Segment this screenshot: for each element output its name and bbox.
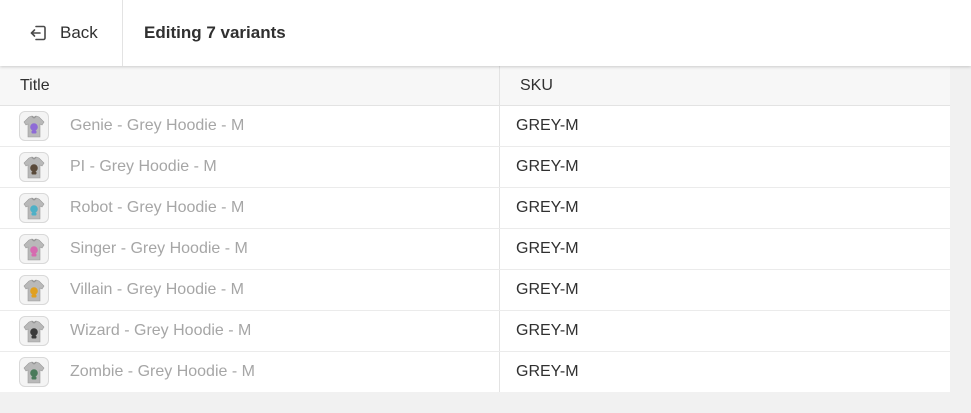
sku-input[interactable] <box>514 316 938 346</box>
top-bar: Back Editing 7 variants <box>0 0 971 66</box>
back-button[interactable]: Back <box>0 0 123 66</box>
hoodie-icon <box>23 279 45 302</box>
variant-title: Wizard - Grey Hoodie - M <box>70 322 252 339</box>
variant-title-cell: Singer - Grey Hoodie - M <box>0 229 500 269</box>
back-arrow-icon <box>30 25 46 41</box>
back-label: Back <box>60 23 98 42</box>
hoodie-icon <box>23 320 45 343</box>
page-title: Editing 7 variants <box>144 23 286 42</box>
hoodie-icon <box>23 238 45 261</box>
variant-title-cell: PI - Grey Hoodie - M <box>0 147 500 187</box>
hoodie-icon <box>23 156 45 179</box>
hoodie-icon <box>23 197 45 220</box>
variant-title-cell: Zombie - Grey Hoodie - M <box>0 352 500 392</box>
sku-input[interactable] <box>514 275 938 305</box>
table-row: PI - Grey Hoodie - M <box>0 147 950 188</box>
sku-cell <box>500 188 950 228</box>
column-header-sku: SKU <box>520 76 553 94</box>
variants-table: Title SKU Genie - Grey Hoodie - M GREY-M… <box>0 66 950 392</box>
table-header: Title SKU <box>0 66 950 106</box>
sku-cell <box>500 147 950 187</box>
variant-thumbnail <box>19 275 49 305</box>
sku-cell <box>500 352 950 392</box>
sku-input[interactable] <box>514 111 938 141</box>
variant-thumbnail <box>19 357 49 387</box>
variant-thumbnail <box>19 111 49 141</box>
variant-thumbnail <box>19 316 49 346</box>
sku-input[interactable] <box>514 193 938 223</box>
table-row: Robot - Grey Hoodie - M <box>0 188 950 229</box>
variant-title: Genie - Grey Hoodie - M <box>70 117 245 134</box>
table-row: Wizard - Grey Hoodie - M <box>0 311 950 352</box>
column-header-title: Title <box>0 66 500 105</box>
variant-thumbnail <box>19 152 49 182</box>
hoodie-icon <box>23 361 45 384</box>
table-row: Zombie - Grey Hoodie - M <box>0 352 950 392</box>
variant-title-cell: Wizard - Grey Hoodie - M <box>0 311 500 351</box>
table-body: Genie - Grey Hoodie - M PI - Grey Hoodie… <box>0 106 950 392</box>
variant-title: PI - Grey Hoodie - M <box>70 158 217 175</box>
variant-thumbnail <box>19 234 49 264</box>
variant-title-cell: Robot - Grey Hoodie - M <box>0 188 500 228</box>
variant-title: Zombie - Grey Hoodie - M <box>70 363 255 380</box>
sku-cell <box>500 270 950 310</box>
sku-input[interactable] <box>514 357 938 387</box>
variant-thumbnail <box>19 193 49 223</box>
table-row: Villain - Grey Hoodie - M <box>0 270 950 311</box>
sku-cell <box>500 106 950 146</box>
hoodie-icon <box>23 115 45 138</box>
table-row: Genie - Grey Hoodie - M <box>0 106 950 147</box>
variant-title: Robot - Grey Hoodie - M <box>70 199 245 216</box>
sku-input[interactable] <box>514 152 938 182</box>
variant-title-cell: Genie - Grey Hoodie - M <box>0 106 500 146</box>
sku-cell <box>500 311 950 351</box>
variant-title: Singer - Grey Hoodie - M <box>70 240 248 257</box>
sku-cell <box>500 229 950 269</box>
variant-title: Villain - Grey Hoodie - M <box>70 281 244 298</box>
variant-title-cell: Villain - Grey Hoodie - M <box>0 270 500 310</box>
sku-input[interactable] <box>514 234 938 264</box>
table-row: Singer - Grey Hoodie - M <box>0 229 950 270</box>
